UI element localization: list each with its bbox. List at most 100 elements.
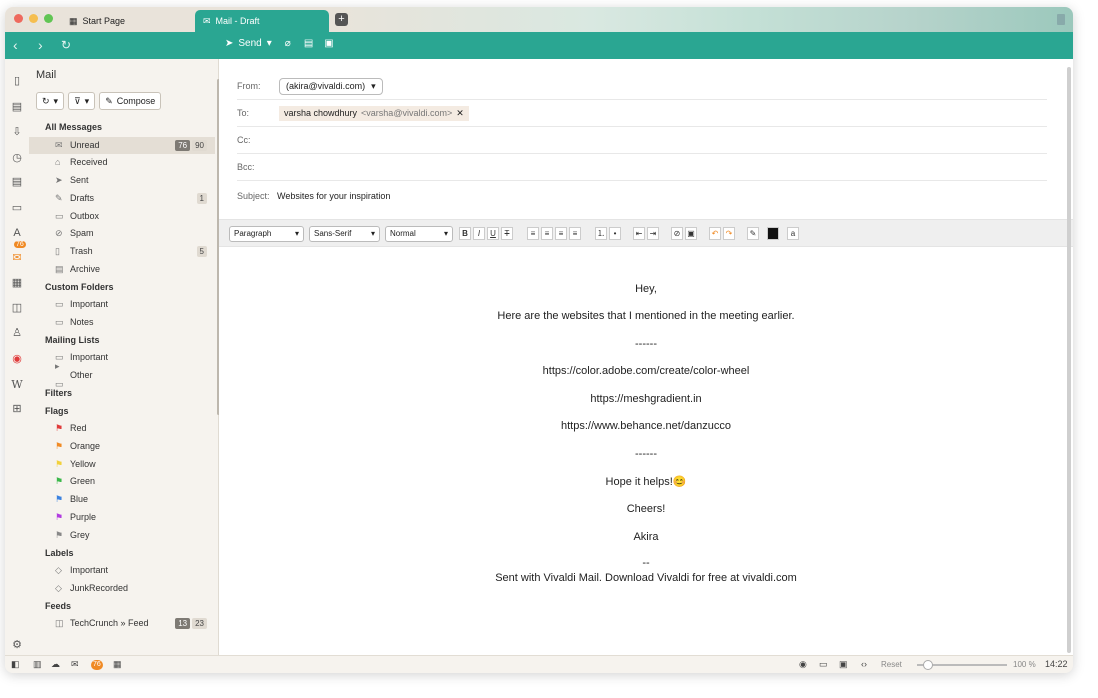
indent-icon[interactable]: ⇥: [647, 227, 659, 240]
save-draft-icon[interactable]: ▣: [324, 38, 333, 49]
flag-orange[interactable]: ⚑ Orange: [29, 438, 215, 456]
section-mailing-lists[interactable]: Mailing Lists: [29, 332, 215, 350]
label-important[interactable]: ◇ Important: [29, 562, 215, 580]
highlight-icon[interactable]: a: [787, 227, 799, 240]
wikipedia-icon[interactable]: W: [11, 379, 23, 391]
expand-arrow-icon[interactable]: ▸ ▭: [55, 358, 67, 394]
back-icon[interactable]: ‹: [13, 37, 18, 53]
section-custom-folders[interactable]: Custom Folders: [29, 279, 215, 297]
mail-icon[interactable]: ✉: [11, 252, 23, 264]
bookmark-icon[interactable]: ▯: [11, 75, 23, 87]
subject-row[interactable]: Subject: Websites for your inspiration: [237, 182, 1047, 209]
add-panel-icon[interactable]: ⊞: [11, 403, 23, 415]
align-right-icon[interactable]: ≡: [555, 227, 567, 240]
new-tab-button[interactable]: +: [335, 13, 348, 26]
strikethrough-button[interactable]: T: [501, 227, 513, 240]
bcc-row[interactable]: Bcc:: [237, 154, 1047, 181]
subject-input[interactable]: Websites for your inspiration: [277, 191, 390, 201]
tile-icon[interactable]: ▥: [33, 659, 42, 670]
attachment-icon[interactable]: ⌀: [285, 38, 291, 49]
feed-icon[interactable]: ◫: [11, 302, 23, 314]
flag-grey[interactable]: ⚑ Grey: [29, 527, 215, 545]
custom-folder-notes[interactable]: ▭ Notes: [29, 314, 215, 332]
zoom-window-button[interactable]: [44, 14, 53, 23]
window-status-icon[interactable]: ▭: [819, 659, 828, 670]
justify-icon[interactable]: ≡: [569, 227, 581, 240]
zoom-slider-handle[interactable]: [923, 660, 933, 670]
flag-yellow[interactable]: ⚑ Yellow: [29, 456, 215, 474]
zoom-reset-button[interactable]: Reset: [881, 659, 902, 670]
folder-drafts[interactable]: ✎ Drafts 1: [29, 190, 215, 208]
flag-blue[interactable]: ⚑ Blue: [29, 491, 215, 509]
custom-folder-important[interactable]: ▭ Important: [29, 296, 215, 314]
download-icon[interactable]: ⇩: [11, 126, 23, 138]
section-all-messages[interactable]: All Messages: [29, 119, 215, 137]
clear-format-icon[interactable]: ✎: [747, 227, 759, 240]
folder-received[interactable]: ⌂ Received: [29, 154, 215, 172]
reading-list-icon[interactable]: ▤: [11, 101, 23, 113]
calendar-status-icon[interactable]: ▦: [113, 659, 122, 670]
folder-trash[interactable]: ▯ Trash 5: [29, 243, 215, 261]
minimize-window-button[interactable]: [29, 14, 38, 23]
undo-icon[interactable]: ↶: [709, 227, 721, 240]
flag-green[interactable]: ⚑ Green: [29, 473, 215, 491]
paragraph-select[interactable]: Paragraph ▾: [229, 226, 304, 242]
body-link[interactable]: https://www.behance.net/danzucco: [219, 420, 1073, 432]
font-select[interactable]: Sans-Serif ▾: [309, 226, 380, 242]
align-center-icon[interactable]: ≡: [541, 227, 553, 240]
send-button[interactable]: ➤ Send ▾ ⌀ ▤ ▣: [225, 38, 334, 49]
chevron-down-icon[interactable]: ▾: [267, 38, 272, 49]
image-icon[interactable]: ▣: [685, 227, 697, 240]
tab-start-page[interactable]: ▦ Start Page: [61, 10, 201, 32]
flag-red[interactable]: ⚑ Red: [29, 420, 215, 438]
refresh-button[interactable]: ↻ ▾: [36, 92, 65, 110]
outdent-icon[interactable]: ⇤: [633, 227, 645, 240]
section-feeds[interactable]: Feeds: [29, 598, 215, 616]
body-link[interactable]: https://meshgradient.in: [219, 393, 1073, 405]
section-labels[interactable]: Labels: [29, 545, 215, 563]
notes-icon[interactable]: ▤: [11, 176, 23, 188]
from-select[interactable]: (akira@vivaldi.com) ▾: [279, 77, 383, 95]
compose-button[interactable]: ✎ Compose: [99, 92, 162, 110]
link-icon[interactable]: ⊘: [671, 227, 683, 240]
label-junkrecorded[interactable]: ◇ JunkRecorded: [29, 580, 215, 598]
history-icon[interactable]: ◷: [11, 152, 23, 164]
body-link[interactable]: https://color.adobe.com/create/color-whe…: [219, 365, 1073, 377]
bold-button[interactable]: B: [459, 227, 471, 240]
text-color-button[interactable]: [767, 227, 779, 240]
italic-button[interactable]: I: [473, 227, 485, 240]
forward-icon[interactable]: ›: [38, 37, 43, 53]
reload-icon[interactable]: ↻: [61, 37, 71, 53]
folder-archive[interactable]: ▤ Archive: [29, 261, 215, 279]
panel-toggle-icon[interactable]: ◧: [11, 659, 20, 670]
contacts-icon[interactable]: ♙: [11, 327, 23, 339]
cloud-icon[interactable]: ☁: [51, 659, 60, 670]
tab-mail-draft[interactable]: ✉ Mail - Draft: [195, 10, 329, 32]
window-icon[interactable]: ▭: [11, 202, 23, 214]
folder-sent[interactable]: ➤ Sent: [29, 172, 215, 190]
folder-unread[interactable]: ✉ Unread 76 90: [29, 136, 215, 155]
trash-icon[interactable]: [1057, 14, 1065, 25]
close-window-button[interactable]: [14, 14, 23, 23]
redo-icon[interactable]: ↷: [723, 227, 735, 240]
folder-outbox[interactable]: ▭ Outbox: [29, 208, 215, 226]
numbered-list-icon[interactable]: ⒈: [595, 227, 607, 240]
camera-icon[interactable]: ◉: [799, 659, 807, 670]
filter-button[interactable]: ⊽ ▾: [68, 92, 96, 110]
feed-techcrunch[interactable]: ◫ TechCrunch » Feed 13 23: [29, 615, 215, 633]
code-icon[interactable]: ‹›: [861, 659, 867, 670]
mail-status-icon[interactable]: ✉: [71, 659, 79, 670]
spellcheck-icon[interactable]: ▤: [304, 38, 313, 49]
folder-spam[interactable]: ⊘ Spam: [29, 225, 215, 243]
flag-purple[interactable]: ⚑ Purple: [29, 509, 215, 527]
bullet-list-icon[interactable]: •: [609, 227, 621, 240]
mailing-list-other[interactable]: ▸ ▭ Other: [29, 361, 215, 389]
vivaldi-icon[interactable]: ◉: [11, 353, 23, 365]
underline-button[interactable]: U: [487, 227, 499, 240]
compose-scrollbar[interactable]: [1067, 67, 1071, 653]
remove-recipient-icon[interactable]: ✕: [456, 108, 464, 119]
align-left-icon[interactable]: ≡: [527, 227, 539, 240]
size-select[interactable]: Normal ▾: [385, 226, 453, 242]
image-status-icon[interactable]: ▣: [839, 659, 848, 670]
cc-row[interactable]: Cc:: [237, 127, 1047, 154]
